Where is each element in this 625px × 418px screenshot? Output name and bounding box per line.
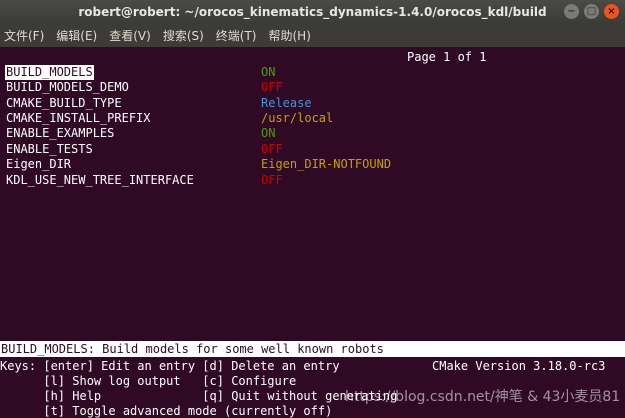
entry-value-cmake-install-prefix[interactable]: /usr/local	[261, 111, 333, 126]
minimize-button[interactable]: −	[564, 4, 579, 19]
entry-key-cmake-install-prefix[interactable]: CMAKE_INSTALL_PREFIX	[6, 111, 151, 126]
title-bar[interactable]: robert@robert: ~/orocos_kinematics_dynam…	[0, 0, 625, 24]
entry-key-build-models-demo[interactable]: BUILD_MODELS_DEMO	[6, 80, 129, 95]
entry-value-enable-tests[interactable]: OFF	[261, 142, 283, 157]
menu-bar: 文件(F) 编辑(E) 查看(V) 搜索(S) 终端(T) 帮助(H)	[0, 24, 625, 47]
close-button[interactable]: ×	[604, 4, 619, 19]
help-line-3: [h] Help [q] Quit without generating	[0, 389, 398, 403]
help-line-2: [l] Show log output [c] Configure	[0, 374, 297, 388]
cmake-version: CMake Version 3.18.0-rc3	[432, 359, 606, 373]
menu-terminal[interactable]: 终端(T)	[216, 27, 257, 44]
menu-view[interactable]: 查看(V)	[109, 27, 151, 44]
entry-key-build-models[interactable]: BUILD_MODELS	[5, 65, 94, 80]
menu-edit[interactable]: 编辑(E)	[56, 27, 97, 44]
entry-key-cmake-build-type[interactable]: CMAKE_BUILD_TYPE	[6, 96, 122, 111]
entry-key-enable-tests[interactable]: ENABLE_TESTS	[6, 142, 93, 157]
entry-key-eigen-dir[interactable]: Eigen_DIR	[6, 157, 71, 172]
maximize-button[interactable]: □	[584, 4, 599, 19]
entry-value-eigen-dir[interactable]: Eigen_DIR-NOTFOUND	[261, 157, 391, 172]
entry-key-enable-examples[interactable]: ENABLE_EXAMPLES	[6, 126, 114, 141]
entry-value-cmake-build-type[interactable]: Release	[261, 96, 312, 111]
entry-key-kdl-use-new-tree-interface[interactable]: KDL_USE_NEW_TREE_INTERFACE	[6, 173, 194, 188]
help-line-4: [t] Toggle advanced mode (currently off)	[0, 404, 333, 418]
watermark: https://blog.csdn.net/神笔 & 43小麦员81	[345, 389, 621, 405]
menu-file[interactable]: 文件(F)	[4, 27, 44, 44]
entry-value-enable-examples[interactable]: ON	[261, 126, 275, 141]
status-description: BUILD_MODELS: Build models for some well…	[0, 341, 625, 357]
entry-value-kdl-use-new-tree-interface[interactable]: OFF	[261, 173, 283, 188]
entry-value-build-models[interactable]: ON	[261, 65, 275, 80]
page-indicator: Page 1 of 1	[407, 50, 487, 64]
terminal-window: robert@robert: ~/orocos_kinematics_dynam…	[0, 0, 625, 418]
window-controls: − □ ×	[564, 4, 619, 19]
menu-search[interactable]: 搜索(S)	[163, 27, 204, 44]
window-title: robert@robert: ~/orocos_kinematics_dynam…	[78, 5, 547, 19]
entry-value-build-models-demo[interactable]: OFF	[261, 80, 283, 95]
help-line-1: Keys: [enter] Edit an entry [d] Delete a…	[0, 359, 340, 373]
menu-help[interactable]: 帮助(H)	[269, 27, 311, 44]
